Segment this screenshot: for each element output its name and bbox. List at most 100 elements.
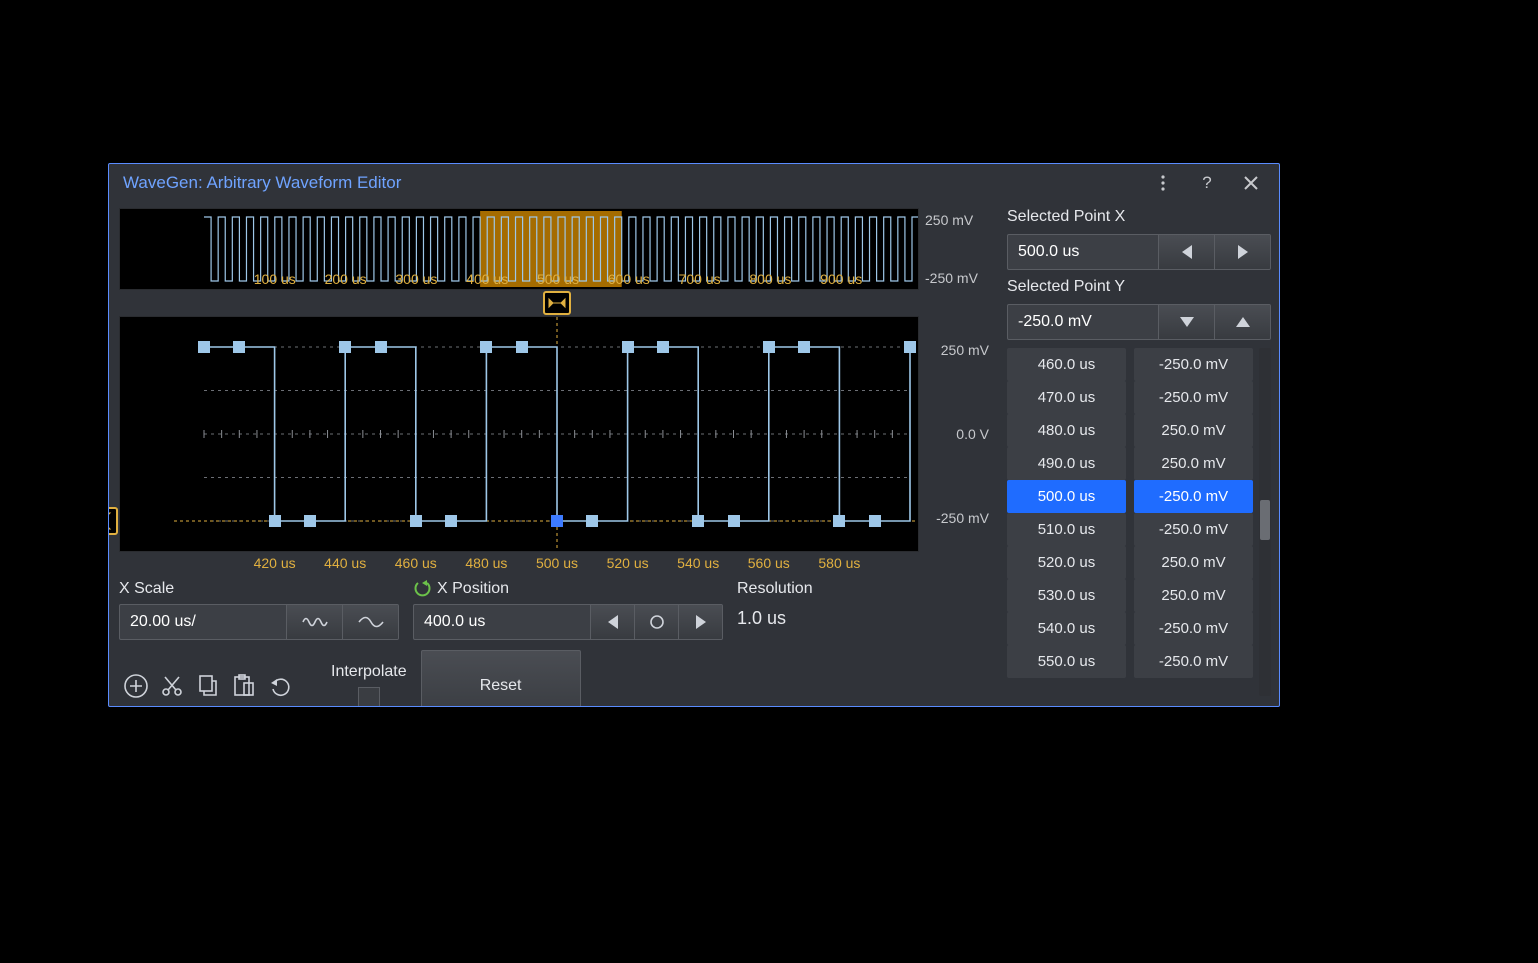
x-position-value[interactable]: 400.0 us: [414, 605, 590, 639]
table-row[interactable]: 500.0 us-250.0 mV: [1007, 480, 1253, 513]
waveform-point-handle[interactable]: [763, 341, 775, 353]
waveform-point-handle[interactable]: [622, 341, 634, 353]
x-scale-label: X Scale: [119, 580, 399, 598]
menu-button[interactable]: [1149, 169, 1177, 197]
waveform-point-handle[interactable]: [904, 341, 916, 353]
x-scale-zoom-in[interactable]: [342, 605, 398, 639]
point-x-cell: 490.0 us: [1007, 447, 1126, 480]
point-x-cell: 510.0 us: [1007, 513, 1126, 546]
waveform-point-handle[interactable]: [516, 341, 528, 353]
points-table: 460.0 us-250.0 mV470.0 us-250.0 mV480.0 …: [1007, 348, 1271, 696]
point-y-cell: 250.0 mV: [1134, 447, 1253, 480]
selected-point-x-label: Selected Point X: [1007, 208, 1271, 226]
waveform-point-handle[interactable]: [410, 515, 422, 527]
point-y-cell: -250.0 mV: [1134, 645, 1253, 678]
point-x-cell: 470.0 us: [1007, 381, 1126, 414]
waveform-point-handle[interactable]: [233, 341, 245, 353]
overview-y-max: 250 mV: [925, 212, 989, 228]
x-position-control: 400.0 us: [413, 604, 723, 640]
wave-sparse-icon: [357, 613, 385, 631]
interpolate-checkbox[interactable]: [358, 687, 380, 707]
waveform-point-handle[interactable]: [833, 515, 845, 527]
table-row[interactable]: 460.0 us-250.0 mV: [1007, 348, 1253, 381]
y-cursor-handle[interactable]: [108, 507, 118, 535]
overview-x-tick: 400 us: [466, 271, 508, 287]
selected-point-y-down[interactable]: [1158, 305, 1214, 339]
overview-x-tick: 200 us: [325, 271, 367, 287]
x-position-prev[interactable]: [590, 605, 634, 639]
waveform-point-handle[interactable]: [304, 515, 316, 527]
waveform-point-handle[interactable]: [657, 341, 669, 353]
arrows-vertical-icon: [108, 511, 114, 531]
x-scale-value[interactable]: 20.00 us/: [120, 605, 286, 639]
reset-button[interactable]: Reset: [421, 650, 581, 707]
waveform-point-handle[interactable]: [798, 341, 810, 353]
waveform-point-handle[interactable]: [728, 515, 740, 527]
waveform-point-handle[interactable]: [339, 341, 351, 353]
x-cursor-handle[interactable]: [543, 291, 571, 315]
triangle-left-icon: [608, 615, 618, 629]
selected-point-y-label: Selected Point Y: [1007, 278, 1271, 296]
triangle-down-icon: [1180, 317, 1194, 327]
undo-icon: [267, 673, 293, 699]
selected-point-x-next[interactable]: [1214, 235, 1270, 269]
zoom-y-max: 250 mV: [925, 342, 989, 358]
wavegen-editor-window: WaveGen: Arbitrary Waveform Editor ? 100…: [108, 163, 1280, 707]
table-row[interactable]: 470.0 us-250.0 mV: [1007, 381, 1253, 414]
triangle-right-icon: [1238, 245, 1248, 259]
point-x-cell: 500.0 us: [1007, 480, 1126, 513]
zoom-x-tick: 500 us: [536, 555, 578, 571]
plus-circle-icon: [123, 673, 149, 699]
waveform-point-handle[interactable]: [692, 515, 704, 527]
table-row[interactable]: 540.0 us-250.0 mV: [1007, 612, 1253, 645]
add-point-button[interactable]: [119, 669, 153, 703]
selected-point-y-up[interactable]: [1214, 305, 1270, 339]
triangle-right-icon: [696, 615, 706, 629]
selected-point-y-value[interactable]: -250.0 mV: [1008, 305, 1158, 339]
resolution-label: Resolution: [737, 580, 813, 598]
cycle-icon: [413, 580, 431, 598]
waveform-point-handle[interactable]: [869, 515, 881, 527]
table-row[interactable]: 510.0 us-250.0 mV: [1007, 513, 1253, 546]
undo-button[interactable]: [263, 669, 297, 703]
point-y-cell: -250.0 mV: [1134, 612, 1253, 645]
point-x-cell: 460.0 us: [1007, 348, 1126, 381]
table-row[interactable]: 520.0 us250.0 mV: [1007, 546, 1253, 579]
table-row[interactable]: 550.0 us-250.0 mV: [1007, 645, 1253, 678]
waveform-point-handle[interactable]: [445, 515, 457, 527]
paste-icon: [231, 673, 257, 699]
zoom-x-tick: 460 us: [395, 555, 437, 571]
close-button[interactable]: [1237, 169, 1265, 197]
scrollbar-thumb[interactable]: [1260, 500, 1270, 540]
point-x-cell: 480.0 us: [1007, 414, 1126, 447]
x-scale-zoom-out[interactable]: [286, 605, 342, 639]
arrows-horizontal-icon: [547, 295, 567, 311]
zoom-waveform-plot[interactable]: 420 us440 us460 us480 us500 us520 us540 …: [119, 316, 919, 552]
x-position-center[interactable]: [634, 605, 678, 639]
zoom-x-tick: 480 us: [465, 555, 507, 571]
points-scrollbar[interactable]: [1259, 348, 1271, 696]
selected-point-x-value[interactable]: 500.0 us: [1008, 235, 1158, 269]
table-row[interactable]: 480.0 us250.0 mV: [1007, 414, 1253, 447]
waveform-point-handle[interactable]: [551, 515, 563, 527]
overview-x-tick: 800 us: [749, 271, 791, 287]
point-y-cell: 250.0 mV: [1134, 546, 1253, 579]
cut-button[interactable]: [155, 669, 189, 703]
overview-y-min: -250 mV: [925, 270, 989, 286]
selected-point-x-prev[interactable]: [1158, 235, 1214, 269]
x-position-next[interactable]: [678, 605, 722, 639]
overview-waveform[interactable]: 100 us200 us300 us400 us500 us600 us700 …: [119, 208, 919, 290]
table-row[interactable]: 490.0 us250.0 mV: [1007, 447, 1253, 480]
waveform-point-handle[interactable]: [269, 515, 281, 527]
help-button[interactable]: ?: [1193, 169, 1221, 197]
copy-button[interactable]: [191, 669, 225, 703]
waveform-point-handle[interactable]: [586, 515, 598, 527]
table-row[interactable]: 530.0 us250.0 mV: [1007, 579, 1253, 612]
waveform-point-handle[interactable]: [480, 341, 492, 353]
scissors-icon: [159, 673, 185, 699]
waveform-point-handle[interactable]: [198, 341, 210, 353]
waveform-point-handle[interactable]: [375, 341, 387, 353]
overview-x-tick: 300 us: [395, 271, 437, 287]
paste-button[interactable]: [227, 669, 261, 703]
point-y-cell: -250.0 mV: [1134, 480, 1253, 513]
